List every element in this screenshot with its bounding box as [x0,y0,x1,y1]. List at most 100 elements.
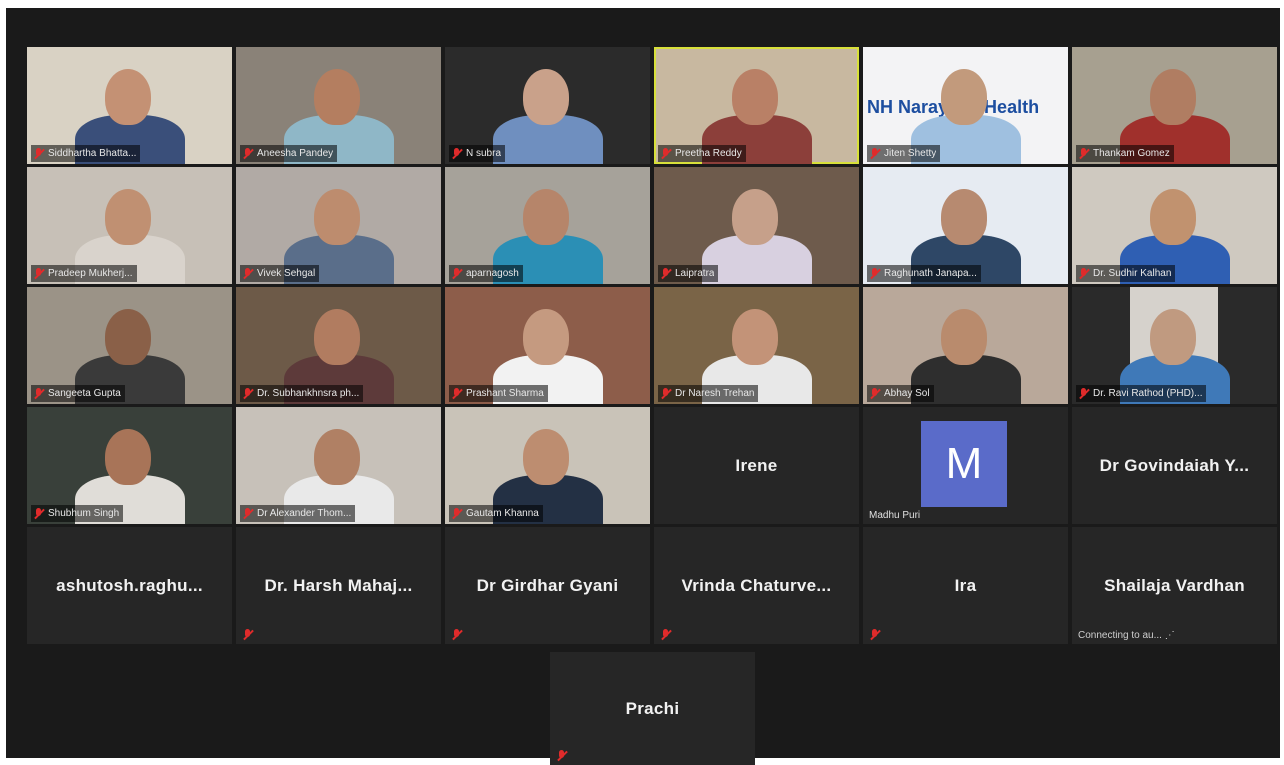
participant-video-tile[interactable]: aparnagosh [445,167,650,284]
participant-video-tile[interactable]: Thankam Gomez [1072,47,1277,164]
participant-nametag: Gautam Khanna [449,505,543,522]
participant-name: Dr. Ravi Rathod (PHD)... [1093,388,1203,399]
participant-name-tile[interactable]: ashutosh.raghu... [27,527,232,644]
participant-face [105,309,151,365]
participant-face [1150,189,1196,245]
participant-video-tile[interactable]: Prashant Sharma [445,287,650,404]
participant-name: Vrinda Chaturve... [681,575,832,595]
participant-video-tile[interactable]: Pradeep Mukherj... [27,167,232,284]
participant-video-tile[interactable]: NH Narayana Health Jiten Shetty [863,47,1068,164]
participant-name: Dr. Harsh Mahaj... [264,575,413,595]
participant-name: Ira [954,575,977,595]
participant-video-tile[interactable]: Laipratra [654,167,859,284]
participant-face [523,429,569,485]
participant-name: Madhu Puri [869,510,921,521]
connection-status: Connecting to au... ⋰ [1078,630,1175,641]
participant-nametag: Vivek Sehgal [240,265,320,282]
participant-name-tile[interactable]: Irene [654,407,859,524]
participant-name: Vivek Sehgal [257,268,316,279]
participant-name-tile[interactable]: Dr. Harsh Mahaj... [236,527,441,644]
participant-face [314,189,360,245]
muted-mic-icon [451,629,462,640]
participant-face [1150,69,1196,125]
muted-mic-icon [1078,148,1089,159]
participant-video-tile[interactable]: Shubhum Singh [27,407,232,524]
participant-name: Shailaja Vardhan [1104,575,1245,595]
muted-mic-icon [869,629,880,640]
participant-nametag: Dr. Sudhir Kalhan [1076,265,1176,282]
participant-name: Shubhum Singh [48,508,120,519]
participant-name: aparnagosh [466,268,519,279]
participant-nametag: N subra [449,145,506,162]
participant-name: Raghunath Janapa... [884,268,977,279]
participant-name: Gautam Khanna [466,508,539,519]
participant-video-tile[interactable]: Abhay Sol [863,287,1068,404]
participant-face [523,69,569,125]
meeting-gallery-view: Siddhartha Bhatta... Aneesha Pandey N subr… [6,8,1280,765]
muted-mic-icon [33,388,44,399]
participant-name: Irene [735,455,778,475]
participant-video-tile[interactable]: Raghunath Janapa... [863,167,1068,284]
participant-name: Jiten Shetty [884,148,937,159]
participant-face [105,429,151,485]
muted-mic-icon [242,629,253,640]
participant-video-tile[interactable]: Dr. Ravi Rathod (PHD)... [1072,287,1277,404]
participant-nametag: Preetha Reddy [658,145,746,162]
participant-nametag: Raghunath Janapa... [867,265,981,282]
participant-face [1150,309,1196,365]
participant-face [941,189,987,245]
participant-name: Preetha Reddy [675,148,742,159]
participant-nametag: Dr Naresh Trehan [658,385,759,402]
participant-face [941,69,987,125]
participant-name: Dr Alexander Thom... [257,508,352,519]
participant-nametag: Sangeeta Gupta [31,385,125,402]
participant-face [732,189,778,245]
muted-mic-icon [242,148,253,159]
muted-mic-icon [242,268,253,279]
participant-name: Laipratra [675,268,715,279]
participant-name: N subra [466,148,502,159]
muted-mic-icon [869,148,880,159]
participant-video-tile[interactable]: Dr. Sudhir Kalhan [1072,167,1277,284]
participant-name: ashutosh.raghu... [56,575,203,595]
muted-mic-icon [451,148,462,159]
participant-video-tile[interactable]: Siddhartha Bhatta... [27,47,232,164]
participant-name: Dr Girdhar Gyani [476,575,619,595]
participant-name: Abhay Sol [884,388,930,399]
participant-video-tile[interactable]: Dr Naresh Trehan [654,287,859,404]
participant-name: Thankam Gomez [1093,148,1170,159]
muted-mic-icon [556,750,567,761]
participant-nametag: Jiten Shetty [867,145,941,162]
muted-mic-icon [1078,268,1089,279]
participant-video-tile[interactable]: Gautam Khanna [445,407,650,524]
participant-nametag: Dr Alexander Thom... [240,505,356,522]
muted-mic-icon [33,148,44,159]
participant-face [314,69,360,125]
participant-video-tile[interactable]: N subra [445,47,650,164]
participant-name: Siddhartha Bhatta... [48,148,137,159]
participant-nametag: Dr. Subhankhnsra ph... [240,385,364,402]
participant-nametag: Abhay Sol [867,385,934,402]
participant-name: Dr. Sudhir Kalhan [1093,268,1172,279]
participant-face [732,309,778,365]
participant-video-tile[interactable]: Dr Alexander Thom... [236,407,441,524]
participant-avatar-tile[interactable]: M Madhu Puri [863,407,1068,524]
participant-video-tile[interactable]: Vivek Sehgal [236,167,441,284]
participant-video-tile[interactable]: Sangeeta Gupta [27,287,232,404]
muted-mic-icon [1078,388,1089,399]
participant-name-tile[interactable]: Ira [863,527,1068,644]
muted-mic-icon [869,268,880,279]
participant-nametag: aparnagosh [449,265,523,282]
participant-video-tile[interactable]: Aneesha Pandey [236,47,441,164]
participant-name-tile[interactable]: Shailaja Vardhan Connecting to au... ⋰ [1072,527,1277,644]
participant-video-tile[interactable]: Preetha Reddy [654,47,859,164]
participant-video-tile[interactable]: Dr. Subhankhnsra ph... [236,287,441,404]
participant-name-tile[interactable]: Dr Girdhar Gyani [445,527,650,644]
participant-face [523,309,569,365]
participant-tile-prachi[interactable]: Prachi [550,652,755,765]
participant-face [732,69,778,125]
participant-name-tile[interactable]: Dr Govindaiah Y... [1072,407,1277,524]
participant-nametag: Thankam Gomez [1076,145,1174,162]
muted-mic-icon [242,508,253,519]
participant-name-tile[interactable]: Vrinda Chaturve... [654,527,859,644]
